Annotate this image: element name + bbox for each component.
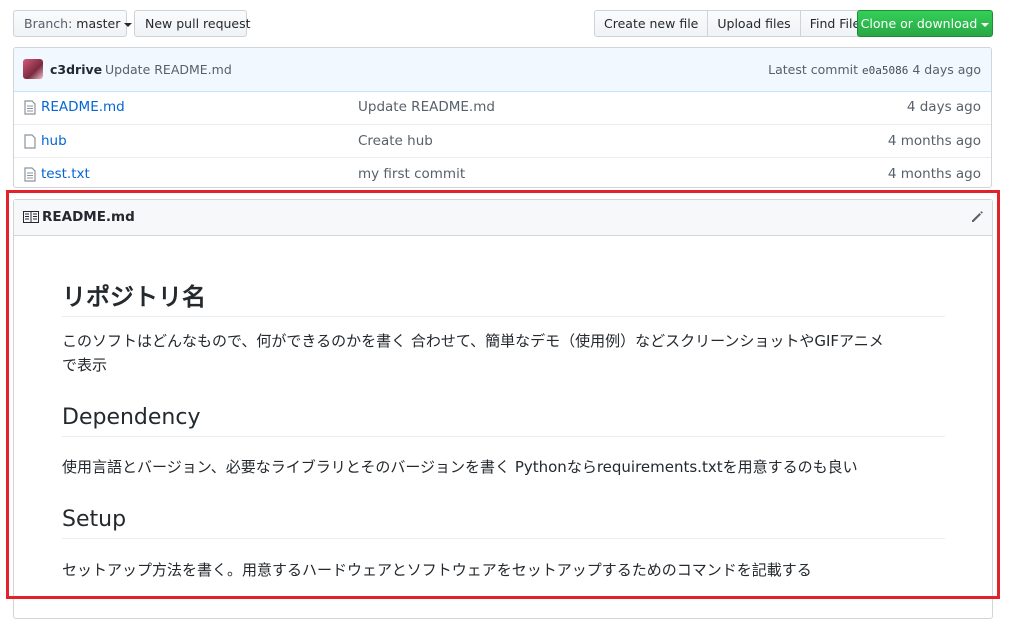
readme-paragraph-dependency: 使用言語とバージョン、必要なライブラリとそのバージョンを書く Pythonならr… [62,458,858,476]
clone-or-download-button[interactable]: Clone or download [857,10,993,37]
readme-paragraph-description: このソフトはどんなもので、何ができるのかを書く 合わせて、簡単なデモ（使用例）な… [62,329,947,377]
file-icon [24,134,36,149]
create-new-file-button[interactable]: Create new file [594,10,709,37]
file-name-link[interactable]: test.txt [41,166,90,182]
upload-files-button[interactable]: Upload files [707,10,801,37]
file-name-link[interactable]: hub [41,133,67,149]
commit-age: 4 days ago [912,62,981,77]
file-icon [24,167,36,182]
readme-paragraph-setup: セットアップ方法を書く。用意するハードウェアとソフトウェアをセットアップするため… [62,561,812,579]
commit-author[interactable]: c3drive [50,62,102,77]
readme-title: README.md [42,209,135,225]
description-line-1: このソフトはどんなもので、何ができるのかを書く 合わせて、簡単なデモ（使用例）な… [62,332,884,350]
file-icon [24,100,36,115]
file-name-link[interactable]: README.md [41,99,125,115]
table-row: hub Create hub 4 months ago [14,124,991,158]
file-table: c3drive Update README.md Latest commit e… [13,47,992,188]
readme-header: README.md [14,200,992,236]
book-icon [23,211,39,223]
pencil-icon[interactable] [970,210,984,224]
latest-commit-info: Latest commit e0a5086 4 days ago [768,62,981,77]
commit-sha[interactable]: e0a5086 [862,64,908,77]
file-age: 4 months ago [887,133,981,149]
latest-commit-bar: c3drive Update README.md Latest commit e… [14,48,991,92]
readme-heading-setup: Setup [62,507,945,539]
avatar[interactable] [23,59,43,79]
commit-message[interactable]: Update README.md [105,62,232,77]
file-age: 4 days ago [906,99,981,115]
new-pull-request-button[interactable]: New pull request [134,10,251,37]
readme-heading-repo-name: リポジトリ名 [62,277,945,317]
file-commit-message[interactable]: my first commit [358,166,465,182]
file-commit-message[interactable]: Create hub [358,133,433,149]
readme-heading-dependency: Dependency [62,405,945,437]
readme-panel: README.md リポジトリ名 このソフトはどんなもので、何ができるのかを書く… [13,199,993,619]
caret-down-icon [124,22,133,27]
file-age: 4 months ago [887,166,981,182]
file-actions-group: Create new file Upload files Find File [594,10,871,37]
description-line-2: で表示 [62,356,108,374]
latest-commit-label: Latest commit [768,62,859,77]
caret-down-icon [981,22,990,27]
branch-name: master [76,16,121,31]
table-row: README.md Update README.md 4 days ago [14,91,991,124]
branch-select-button[interactable]: Branch: master [13,10,133,37]
branch-label: Branch: [24,16,73,31]
file-commit-message[interactable]: Update README.md [358,99,495,115]
clone-label: Clone or download [860,16,978,31]
table-row: test.txt my first commit 4 months ago [14,157,991,188]
